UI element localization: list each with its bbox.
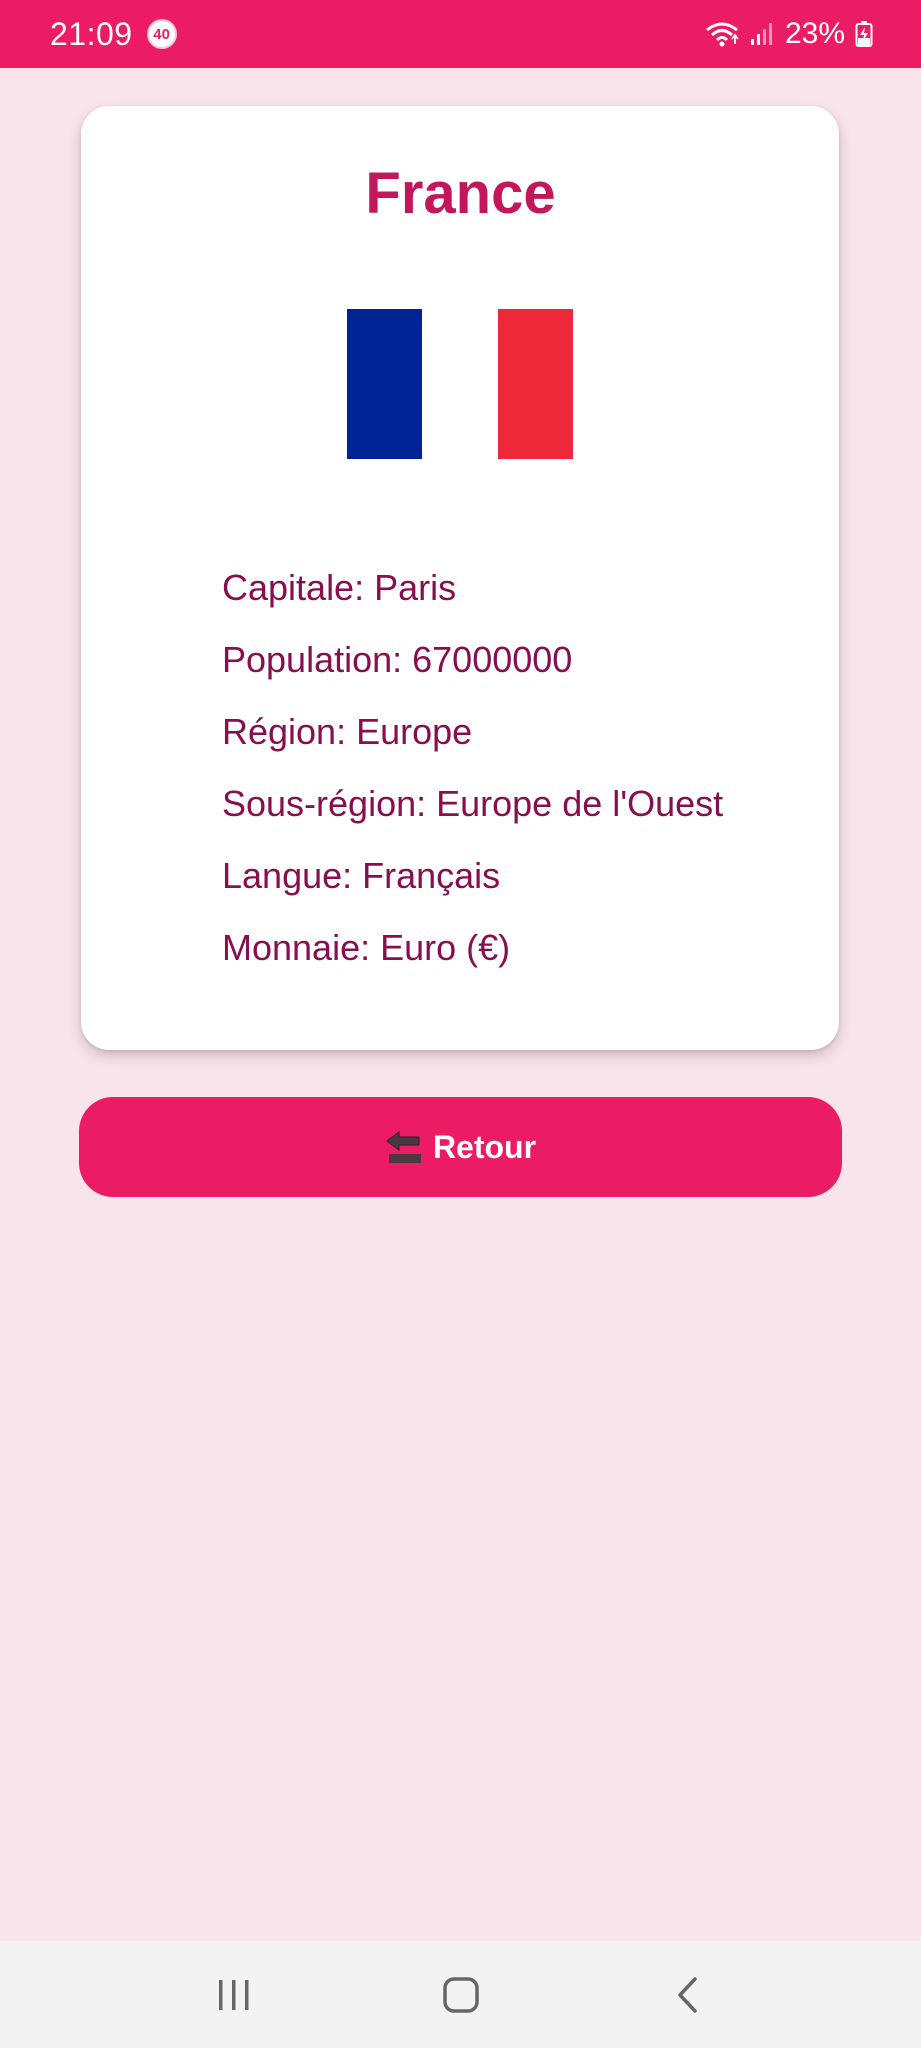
back-button[interactable]: Retour	[79, 1097, 842, 1197]
status-left: 21:09 40	[50, 16, 177, 53]
battery-icon	[855, 20, 873, 48]
status-time: 21:09	[50, 15, 133, 52]
detail-language: Langue: Français	[222, 855, 501, 896]
notification-badge: 40	[146, 19, 177, 49]
status-right: 23%	[705, 17, 873, 51]
status-bar: 21:09 40 23%	[0, 0, 921, 68]
battery-percent: 23%	[784, 17, 845, 50]
detail-currency: Monnaie: Euro (€)	[222, 927, 511, 968]
detail-population: Population: 67000000	[222, 639, 573, 680]
navigation-bar	[0, 1941, 921, 2048]
back-arrow-icon	[385, 1129, 423, 1165]
flag-stripe-red	[497, 309, 573, 459]
detail-subregion: Sous-région: Europe de l'Ouest	[222, 783, 724, 824]
nav-back-icon[interactable]	[648, 1955, 728, 2035]
detail-capital: Capitale: Paris	[222, 567, 457, 608]
flag-stripe-blue	[347, 309, 423, 459]
flag-stripe-white	[422, 309, 498, 459]
country-title: France	[365, 161, 556, 226]
country-details: Capitale: Paris Population: 67000000 Rég…	[222, 552, 723, 984]
signal-icon	[749, 21, 775, 47]
france-flag-image	[347, 309, 573, 459]
home-icon[interactable]	[421, 1955, 501, 2035]
detail-region: Région: Europe	[222, 711, 473, 752]
wifi-icon	[705, 20, 739, 48]
recents-icon[interactable]	[194, 1955, 274, 2035]
back-button-label: Retour	[432, 1128, 537, 1165]
